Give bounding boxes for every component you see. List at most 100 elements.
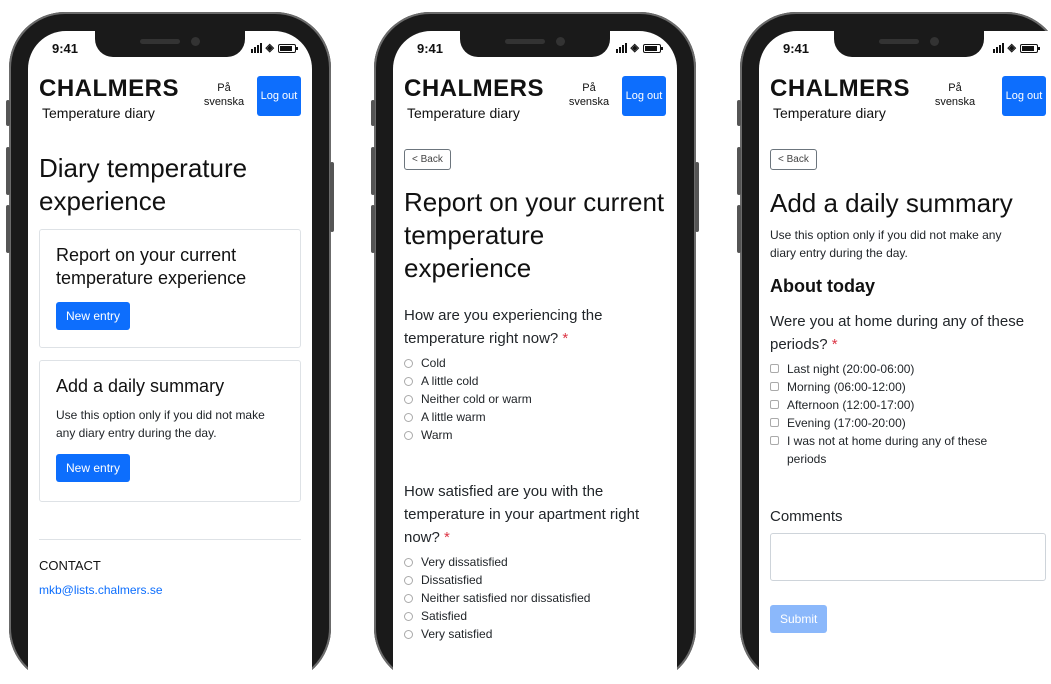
- contact-email-link[interactable]: mkb@lists.chalmers.se: [39, 583, 163, 597]
- section-heading: About today: [770, 276, 875, 296]
- new-entry-button[interactable]: New entry: [56, 302, 131, 330]
- temperature-option[interactable]: A little cold: [404, 372, 666, 390]
- option-label: Last night (20:00-06:00): [787, 362, 915, 376]
- screen-report: 9:41 ◈ CHALMERS Temperature diary På sve…: [393, 31, 677, 684]
- period-option[interactable]: Evening (17:00-20:00): [770, 414, 1046, 432]
- logout-button[interactable]: Log out: [622, 76, 666, 116]
- option-label: I was not at home during any of these pe…: [787, 434, 988, 466]
- app-header: CHALMERS Temperature diary På svenska Lo…: [404, 75, 666, 135]
- option-label: Cold: [421, 356, 446, 370]
- phone-frame-summary: 9:41 ◈ CHALMERS Temperature diary På sve…: [737, 12, 1051, 684]
- language-link[interactable]: På svenska: [564, 81, 614, 109]
- screen-home: 9:41 ◈ CHALMERS Temperature diary På sve…: [28, 31, 312, 684]
- checkbox[interactable]: [770, 400, 779, 409]
- app-subtitle: Temperature diary: [773, 105, 886, 121]
- radio-button[interactable]: [404, 358, 413, 368]
- status-time: 9:41: [783, 41, 810, 56]
- temperature-option[interactable]: Neither cold or warm: [404, 390, 666, 408]
- new-entry-button[interactable]: New entry: [56, 454, 131, 482]
- required-mark: *: [562, 330, 569, 347]
- radio-button[interactable]: [404, 394, 413, 404]
- card-current-report: Report on your current temperature exper…: [39, 229, 301, 348]
- option-label: A little cold: [421, 374, 479, 388]
- radio-button[interactable]: [404, 430, 413, 440]
- period-option[interactable]: I was not at home during any of these pe…: [770, 432, 1046, 468]
- battery-icon: [643, 43, 663, 53]
- page-title: Report on your current temperature exper…: [404, 187, 665, 283]
- radio-button[interactable]: [404, 575, 413, 585]
- question-text: How are you experiencing the temperature…: [404, 307, 603, 347]
- app-header: CHALMERS Temperature diary På svenska Lo…: [770, 75, 1046, 135]
- question-home-periods: Were you at home during any of these per…: [770, 310, 1035, 356]
- card-title: Add a daily summary: [56, 376, 225, 396]
- checkbox[interactable]: [770, 436, 779, 445]
- app-subtitle: Temperature diary: [407, 105, 520, 121]
- status-time: 9:41: [417, 41, 444, 56]
- required-mark: *: [831, 336, 838, 353]
- status-bar: 9:41 ◈: [52, 41, 298, 59]
- period-option[interactable]: Last night (20:00-06:00): [770, 360, 1046, 378]
- checkbox[interactable]: [770, 382, 779, 391]
- temperature-option[interactable]: Warm: [404, 426, 666, 444]
- option-label: Neither cold or warm: [421, 392, 532, 406]
- wifi-icon: ◈: [1007, 42, 1016, 54]
- option-label: Morning (06:00-12:00): [787, 380, 906, 394]
- card-daily-summary: Add a daily summary Use this option only…: [39, 360, 301, 502]
- satisfaction-option[interactable]: Very satisfied: [404, 625, 666, 643]
- page-description: Use this option only if you did not make…: [770, 228, 1002, 260]
- screen-summary: 9:41 ◈ CHALMERS Temperature diary På sve…: [759, 31, 1051, 684]
- comments-label: Comments: [770, 508, 843, 525]
- temperature-option[interactable]: A little warm: [404, 408, 666, 426]
- option-label: Evening (17:00-20:00): [787, 416, 906, 430]
- back-button[interactable]: < Back: [404, 149, 451, 170]
- comments-textarea[interactable]: [770, 533, 1046, 581]
- phone-frame-home: 9:41 ◈ CHALMERS Temperature diary På sve…: [6, 12, 334, 684]
- signal-icon: [615, 43, 627, 53]
- page-title: Add a daily summary: [770, 188, 1013, 218]
- logout-button[interactable]: Log out: [257, 76, 301, 116]
- radio-group-temperature: Cold A little cold Neither cold or warm A l…: [404, 354, 666, 444]
- question-text: Were you at home during any of these per…: [770, 313, 1025, 353]
- logout-button[interactable]: Log out: [1002, 76, 1046, 116]
- radio-button[interactable]: [404, 412, 413, 422]
- option-label: Very dissatisfied: [421, 555, 508, 569]
- checkbox[interactable]: [770, 364, 779, 373]
- divider: [39, 539, 301, 540]
- battery-icon: [1020, 43, 1040, 53]
- option-label: Dissatisfied: [421, 573, 483, 587]
- submit-button[interactable]: Submit: [770, 605, 828, 633]
- period-option[interactable]: Afternoon (12:00-17:00): [770, 396, 1046, 414]
- brand-logo[interactable]: CHALMERS: [404, 75, 544, 103]
- phone-frame-report: 9:41 ◈ CHALMERS Temperature diary På sve…: [371, 12, 699, 684]
- brand-logo[interactable]: CHALMERS: [39, 75, 179, 103]
- card-text: Use this option only if you did not make…: [56, 408, 265, 440]
- status-time: 9:41: [52, 41, 79, 56]
- language-link[interactable]: På svenska: [930, 81, 980, 109]
- radio-button[interactable]: [404, 629, 413, 639]
- radio-button[interactable]: [404, 557, 413, 567]
- card-title: Report on your current temperature exper…: [56, 245, 247, 288]
- question-temperature: How are you experiencing the temperature…: [404, 304, 634, 350]
- brand-logo[interactable]: CHALMERS: [770, 75, 910, 103]
- status-bar: 9:41 ◈: [417, 41, 663, 59]
- status-bar: 9:41 ◈: [783, 41, 1040, 59]
- back-button[interactable]: < Back: [770, 149, 817, 170]
- temperature-option[interactable]: Cold: [404, 354, 666, 372]
- radio-button[interactable]: [404, 593, 413, 603]
- option-label: Very satisfied: [421, 627, 493, 641]
- contact-heading: CONTACT: [39, 558, 101, 573]
- satisfaction-option[interactable]: Dissatisfied: [404, 571, 666, 589]
- checkbox[interactable]: [770, 418, 779, 427]
- option-label: Satisfied: [421, 609, 468, 623]
- page-title: Diary temperature experience: [39, 153, 248, 216]
- radio-button[interactable]: [404, 611, 413, 621]
- app-header: CHALMERS Temperature diary På svenska Lo…: [39, 75, 301, 135]
- satisfaction-option[interactable]: Neither satisfied nor dissatisfied: [404, 589, 666, 607]
- language-link[interactable]: På svenska: [199, 81, 249, 109]
- option-label: Warm: [421, 428, 453, 442]
- satisfaction-option[interactable]: Very dissatisfied: [404, 553, 666, 571]
- radio-button[interactable]: [404, 376, 413, 386]
- option-label: A little warm: [421, 410, 486, 424]
- satisfaction-option[interactable]: Satisfied: [404, 607, 666, 625]
- period-option[interactable]: Morning (06:00-12:00): [770, 378, 1046, 396]
